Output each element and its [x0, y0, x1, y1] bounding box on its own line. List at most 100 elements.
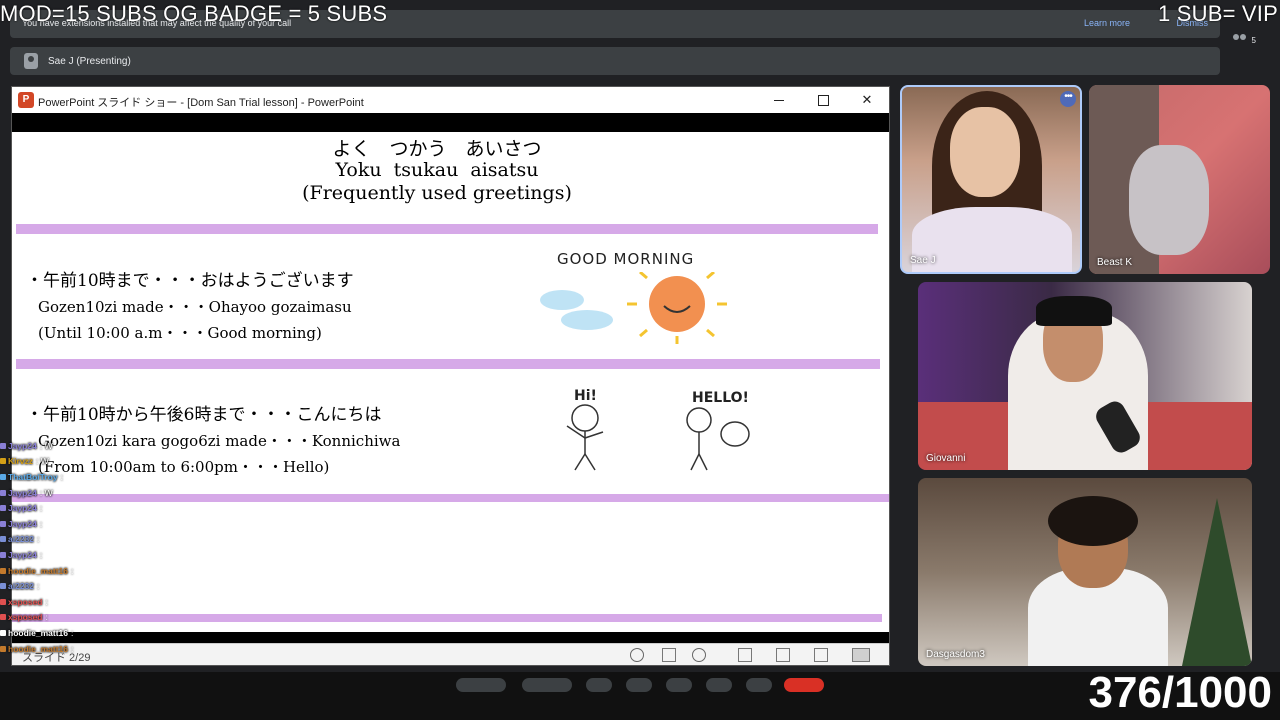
- chat-message: hoodie_matt16:: [0, 641, 200, 657]
- stream-overlay-sub-goals: MOD=15 SUBS OG BADGE = 5 SUBS: [0, 1, 388, 26]
- reading-view-button[interactable]: [814, 648, 828, 662]
- close-button[interactable]: ✕: [857, 91, 877, 109]
- chat-badge-icon: [0, 567, 6, 574]
- presenter-avatar-icon: [24, 53, 38, 69]
- video-tile-beast[interactable]: Beast K: [1089, 85, 1270, 274]
- chat-username[interactable]: xsposed: [8, 597, 43, 607]
- slide-sorter-button[interactable]: [776, 648, 790, 662]
- video-tile-giovanni[interactable]: Giovanni: [918, 282, 1252, 470]
- chat-username[interactable]: xsposed: [8, 612, 43, 622]
- learn-more-link[interactable]: Learn more: [1084, 18, 1130, 28]
- participant-video: [1129, 145, 1209, 255]
- stick-figures-illustration: [566, 404, 750, 471]
- chat-message: Jayp24:: [0, 547, 200, 563]
- chat-badge-icon: [0, 489, 6, 496]
- chat-message: ai2232:: [0, 532, 200, 548]
- chat-username[interactable]: ai2232: [8, 581, 34, 591]
- chat-text: :: [71, 627, 74, 638]
- reactions-button[interactable]: [626, 678, 652, 692]
- chat-text: : W: [39, 440, 53, 451]
- greeting-1-romaji: Gozen10zi made・・・Ohayoo gozaimasu: [38, 298, 352, 316]
- participant-name: Beast K: [1097, 257, 1133, 268]
- chat-username[interactable]: Jayp24: [8, 550, 37, 560]
- previous-slide-button[interactable]: [630, 648, 644, 662]
- cloud-shape: [561, 310, 613, 330]
- slide-title-japanese: よく つかう あいさつ: [332, 138, 542, 160]
- window-titlebar[interactable]: P PowerPoint スライド ショー - [Dom San Trial l…: [12, 87, 889, 113]
- chat-badge-icon: [0, 442, 6, 449]
- greeting-2-japanese: ・午前10時から午後6時まで・・・こんにちは: [26, 405, 382, 425]
- chat-username[interactable]: Jayp24: [8, 488, 37, 498]
- next-slide-button[interactable]: [692, 648, 706, 662]
- chat-text: : W: [36, 456, 49, 467]
- people-icon: [1232, 34, 1248, 46]
- chat-text: : W: [39, 487, 53, 498]
- greeting-1-english: (Until 10:00 a.m・・・Good morning): [38, 324, 322, 342]
- slide-menu-button[interactable]: [662, 648, 676, 662]
- chat-message: xsposed:: [0, 594, 200, 610]
- chat-username[interactable]: hoodie_matt16: [8, 628, 68, 638]
- chat-text: :: [60, 471, 63, 482]
- camera-button[interactable]: [522, 678, 572, 692]
- window-title: PowerPoint スライド ショー - [Dom San Trial les…: [38, 97, 364, 109]
- participant-count: 5: [1251, 35, 1256, 45]
- chat-username[interactable]: Jayp24: [8, 441, 37, 451]
- chat-username[interactable]: Jayp24: [8, 503, 37, 513]
- video-tile-dasgasdom[interactable]: Dasgasdom3: [918, 478, 1252, 666]
- sub-goal-counter: 376/1000: [1088, 668, 1272, 717]
- figure-head: [571, 404, 599, 432]
- chat-text: :: [37, 581, 40, 592]
- chat-username[interactable]: ai2232: [8, 534, 34, 544]
- cloud-shape: [540, 290, 584, 310]
- chat-badge-icon: [0, 645, 6, 652]
- chat-username[interactable]: Kirvzz: [8, 456, 33, 466]
- slide-title-english: (Frequently used greetings): [302, 182, 572, 204]
- slideshow-view-button[interactable]: [852, 648, 870, 662]
- chat-message: hoodie_matt16:: [0, 563, 200, 579]
- chat-username[interactable]: hoodie_matt16: [8, 644, 68, 654]
- chat-badge-icon: [0, 536, 6, 543]
- cloud-shape: [720, 421, 750, 447]
- slide-divider: [16, 359, 880, 369]
- slide-divider: [16, 224, 878, 234]
- chat-message: ThatBoiTroy:: [0, 469, 200, 485]
- chat-message: Jayp24:: [0, 516, 200, 532]
- mic-button[interactable]: [456, 678, 506, 692]
- maximize-button[interactable]: [813, 91, 833, 109]
- video-tile-sae[interactable]: ••• Sae J: [900, 85, 1082, 274]
- normal-view-button[interactable]: [738, 648, 752, 662]
- chat-badge-icon: [0, 583, 6, 590]
- sun-illustration: [540, 272, 727, 344]
- chat-text: :: [39, 518, 43, 529]
- participant-name: Sae J: [910, 255, 936, 266]
- chat-badge-icon: [0, 614, 6, 621]
- participants-button[interactable]: 5: [1232, 34, 1256, 46]
- chat-message: Jayp24: W: [0, 438, 200, 454]
- good-morning-caption: GOOD MORNING: [557, 250, 695, 268]
- stream-overlay-vip: 1 SUB= VIP: [1157, 1, 1278, 26]
- chat-badge-icon: [0, 458, 6, 465]
- slide-title-romaji: Yoku tsukau aisatsu: [335, 159, 539, 181]
- chat-username[interactable]: Jayp24: [8, 519, 37, 529]
- raise-hand-button[interactable]: [706, 678, 732, 692]
- chat-message: Kirvzz: W: [0, 454, 200, 470]
- participant-video: [912, 207, 1072, 272]
- chat-username[interactable]: hoodie_matt16: [8, 566, 68, 576]
- chat-text: :: [39, 549, 43, 560]
- chat-badge-icon: [0, 505, 6, 512]
- chat-badge-icon: [0, 629, 6, 636]
- more-options-icon[interactable]: •••: [1060, 91, 1076, 107]
- minimize-button[interactable]: [769, 91, 789, 109]
- chat-text: :: [71, 565, 74, 576]
- captions-button[interactable]: [586, 678, 612, 692]
- chat-text: :: [71, 643, 74, 654]
- more-options-button[interactable]: [746, 678, 772, 692]
- chat-message: Jayp24:: [0, 500, 200, 516]
- powerpoint-logo-icon: P: [18, 92, 34, 108]
- presenting-banner: Sae J (Presenting): [10, 47, 1220, 75]
- participant-video: [950, 107, 1020, 197]
- present-button[interactable]: [666, 678, 692, 692]
- chat-username[interactable]: ThatBoiTroy: [8, 472, 58, 482]
- leave-call-button[interactable]: [784, 678, 824, 692]
- participant-video: [1036, 296, 1112, 326]
